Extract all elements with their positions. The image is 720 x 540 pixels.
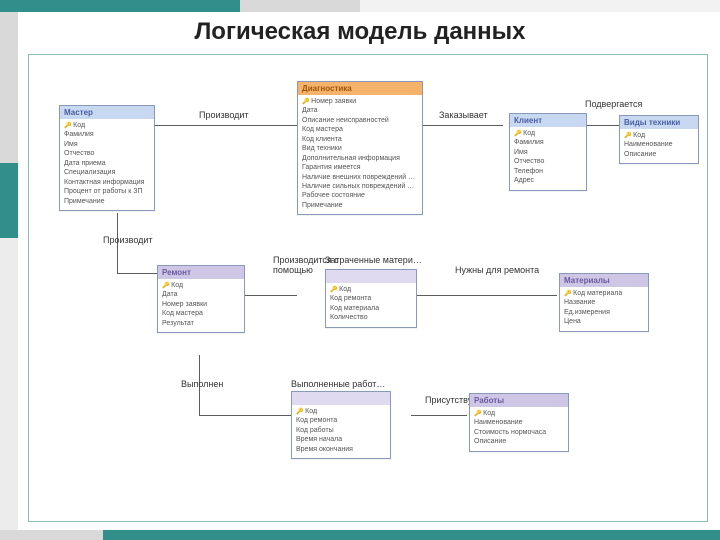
field: Описание неисправностей: [302, 116, 418, 125]
field: Дата приема: [64, 159, 150, 168]
entity-title: [326, 270, 416, 283]
entity-spent-materials: Код Код ремонта Код материала Количество: [325, 269, 417, 328]
connector: [117, 273, 157, 274]
field: Отчество: [64, 149, 150, 158]
field: Наличие сильных повреждений на корпусе: [302, 182, 418, 191]
field: Имя: [514, 148, 582, 157]
connector: [415, 295, 557, 296]
connector: [149, 125, 299, 126]
entity-title: Виды техники: [620, 116, 698, 129]
field: Код мастера: [162, 309, 240, 318]
field: Время окончания: [296, 445, 386, 454]
entity-title: [292, 392, 390, 405]
entity-title: Ремонт: [158, 266, 244, 279]
field: Вид техники: [302, 144, 418, 153]
field: Код: [474, 409, 564, 418]
entity-repair: Ремонт Код Дата Номер заявки Код мастера…: [157, 265, 245, 333]
field: Фамилия: [64, 130, 150, 139]
rel-label-needed: Нужны для ремонта: [455, 265, 539, 275]
rel-label-produces-2: Производит: [103, 235, 153, 245]
rel-label-subject: Подвергается: [585, 99, 642, 109]
field: Наименование: [474, 418, 564, 427]
entity-title: Материалы: [560, 274, 648, 287]
field: Код: [64, 121, 150, 130]
entity-device-types: Виды техники Код Наименование Описание: [619, 115, 699, 164]
field: Адрес: [514, 176, 582, 185]
field: Описание: [624, 150, 694, 159]
rel-label-orders: Заказывает: [439, 110, 488, 120]
field: Код материала: [330, 304, 412, 313]
field: Имя: [64, 140, 150, 149]
field: Код клиента: [302, 135, 418, 144]
field: Количество: [330, 313, 412, 322]
field: Ед.измерения: [564, 308, 644, 317]
top-accent: [0, 0, 720, 12]
entity-client: Клиент Код Фамилия Имя Отчество Телефон …: [509, 113, 587, 191]
field: Наличие внешних повреждений на корпусе: [302, 173, 418, 182]
field: Отчество: [514, 157, 582, 166]
field: Дополнительная информация: [302, 154, 418, 163]
rel-label-works-done: Выполненные работ…: [291, 379, 385, 389]
connector: [199, 415, 297, 416]
connector: [581, 125, 621, 126]
field: Время начала: [296, 435, 386, 444]
field: Название: [564, 298, 644, 307]
field: Наименование: [624, 140, 694, 149]
connector: [243, 295, 297, 296]
entity-title: Диагностика: [298, 82, 422, 95]
field: Дата: [162, 290, 240, 299]
diagram-canvas: Производит Заказывает Подвергается Произ…: [28, 54, 708, 522]
field: Код мастера: [302, 125, 418, 134]
entity-works: Работы Код Наименование Стоимость нормоч…: [469, 393, 569, 452]
page-title: Логическая модель данных: [0, 18, 720, 46]
field: Гарантия имеется: [302, 163, 418, 172]
field: Номер заявки: [162, 300, 240, 309]
entity-materials: Материалы Код материала Название Ед.изме…: [559, 273, 649, 332]
field: Код: [624, 131, 694, 140]
field: Примечание: [64, 197, 150, 206]
entity-title: Мастер: [60, 106, 154, 119]
slide: Логическая модель данных Производит Зака…: [0, 0, 720, 540]
field: Код: [296, 407, 386, 416]
field: Процент от работы к ЗП: [64, 187, 150, 196]
field: Фамилия: [514, 138, 582, 147]
field: Код ремонта: [330, 294, 412, 303]
side-accent: [0, 12, 18, 540]
field: Описание: [474, 437, 564, 446]
field: Рабочее состояние: [302, 191, 418, 200]
field: Код: [330, 285, 412, 294]
field: Код ремонта: [296, 416, 386, 425]
field: Специализация: [64, 168, 150, 177]
field: Код: [162, 281, 240, 290]
field: Код материала: [564, 289, 644, 298]
entity-works-done: Код Код ремонта Код работы Время начала …: [291, 391, 391, 459]
rel-label-done: Выполнен: [181, 379, 223, 389]
field: Результат: [162, 319, 240, 328]
field: Контактная информация: [64, 178, 150, 187]
entity-title: Клиент: [510, 114, 586, 127]
field: Код: [514, 129, 582, 138]
field: Цена: [564, 317, 644, 326]
rel-label-produces-1: Производит: [199, 110, 249, 120]
entity-diagnostics: Диагностика Номер заявки Дата Описание н…: [297, 81, 423, 215]
rel-label-spent: Затраченные матери…: [325, 255, 422, 265]
field: Дата: [302, 106, 418, 115]
connector: [411, 415, 467, 416]
field: Телефон: [514, 167, 582, 176]
field: Номер заявки: [302, 97, 418, 106]
entity-title: Работы: [470, 394, 568, 407]
field: Примечание: [302, 201, 418, 210]
bottom-accent: [0, 530, 720, 540]
field: Код работы: [296, 426, 386, 435]
entity-master: Мастер Код Фамилия Имя Отчество Дата при…: [59, 105, 155, 211]
field: Стоимость нормочаса: [474, 428, 564, 437]
